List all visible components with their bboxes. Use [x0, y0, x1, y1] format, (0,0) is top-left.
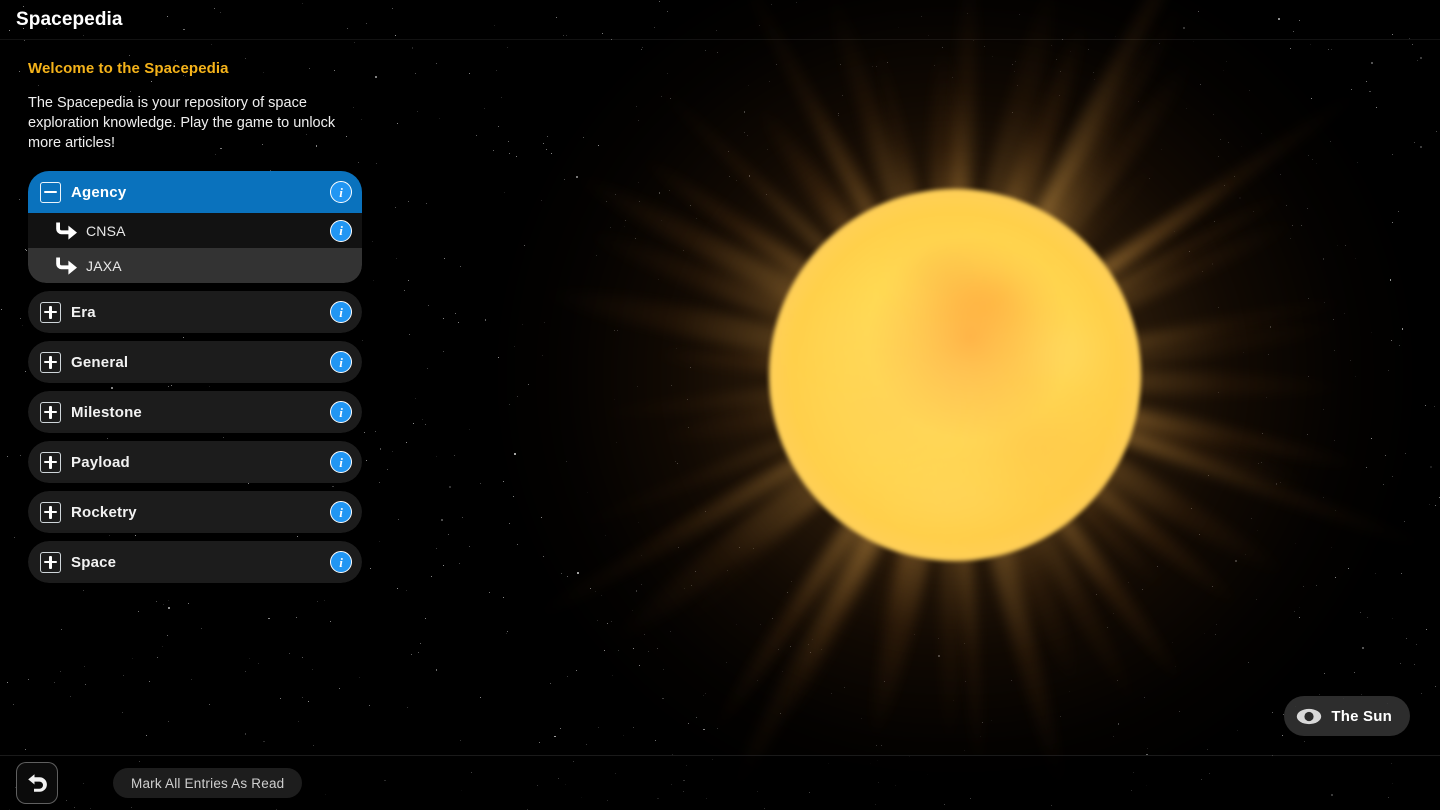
page-title: Spacepedia — [16, 9, 123, 31]
info-icon[interactable]: i — [330, 551, 352, 573]
category-row-rocketry[interactable]: Rocketryi — [28, 491, 362, 533]
info-icon[interactable]: i — [330, 301, 352, 323]
subcategory-row-jaxa[interactable]: JAXA — [28, 248, 362, 283]
plus-icon[interactable] — [40, 302, 61, 323]
subcategory-label: CNSA — [86, 223, 330, 239]
subcategory-row-cnsa[interactable]: CNSAi — [28, 213, 362, 248]
category-group-rocketry: Rocketryi — [28, 491, 362, 533]
info-icon[interactable]: i — [330, 351, 352, 373]
category-group-milestone: Milestonei — [28, 391, 362, 433]
sun-photosphere — [769, 189, 1141, 561]
category-row-era[interactable]: Erai — [28, 291, 362, 333]
info-icon[interactable]: i — [330, 181, 352, 203]
category-label: Agency — [71, 184, 330, 201]
minus-icon[interactable] — [40, 182, 61, 203]
info-icon[interactable]: i — [330, 501, 352, 523]
category-row-general[interactable]: Generali — [28, 341, 362, 383]
mark-all-entries-as-read-label: Mark All Entries As Read — [131, 776, 284, 791]
plus-icon[interactable] — [40, 552, 61, 573]
category-group-space: Spacei — [28, 541, 362, 583]
back-arrow-icon — [26, 773, 48, 793]
category-label: Payload — [71, 454, 330, 471]
spacepedia-sidebar: Welcome to the Spacepedia The Spacepedia… — [28, 60, 362, 591]
info-icon[interactable]: i — [330, 401, 352, 423]
plus-icon[interactable] — [40, 502, 61, 523]
arrow-turn-right-icon — [54, 221, 78, 241]
app-header: Spacepedia — [0, 0, 1440, 40]
category-group-era: Erai — [28, 291, 362, 333]
bottom-toolbar: Mark All Entries As Read — [0, 755, 1440, 810]
category-label: Space — [71, 554, 330, 571]
category-row-space[interactable]: Spacei — [28, 541, 362, 583]
category-row-agency[interactable]: Agencyi — [28, 171, 362, 213]
category-list: AgencyiCNSAiJAXAEraiGeneraliMilestoneiPa… — [28, 171, 362, 583]
arrow-turn-right-icon — [54, 256, 78, 276]
category-label: General — [71, 354, 330, 371]
info-icon[interactable]: i — [330, 220, 352, 242]
viewer-object-label: The Sun — [1331, 708, 1392, 725]
category-row-payload[interactable]: Payloadi — [28, 441, 362, 483]
category-group-agency: AgencyiCNSAiJAXA — [28, 171, 362, 283]
welcome-heading: Welcome to the Spacepedia — [28, 60, 362, 77]
eye-icon — [1296, 708, 1322, 725]
welcome-description: The Spacepedia is your repository of spa… — [28, 93, 368, 153]
mark-all-entries-as-read-button[interactable]: Mark All Entries As Read — [113, 768, 302, 798]
category-group-payload: Payloadi — [28, 441, 362, 483]
category-label: Milestone — [71, 404, 330, 421]
category-label: Era — [71, 304, 330, 321]
plus-icon[interactable] — [40, 452, 61, 473]
category-label: Rocketry — [71, 504, 330, 521]
info-icon[interactable]: i — [330, 451, 352, 473]
category-group-general: Generali — [28, 341, 362, 383]
viewer-object-badge[interactable]: The Sun — [1284, 696, 1410, 736]
back-button[interactable] — [16, 762, 58, 804]
info-icon-placeholder — [330, 255, 352, 277]
category-row-milestone[interactable]: Milestonei — [28, 391, 362, 433]
plus-icon[interactable] — [40, 352, 61, 373]
subcategory-label: JAXA — [86, 258, 330, 274]
plus-icon[interactable] — [40, 402, 61, 423]
